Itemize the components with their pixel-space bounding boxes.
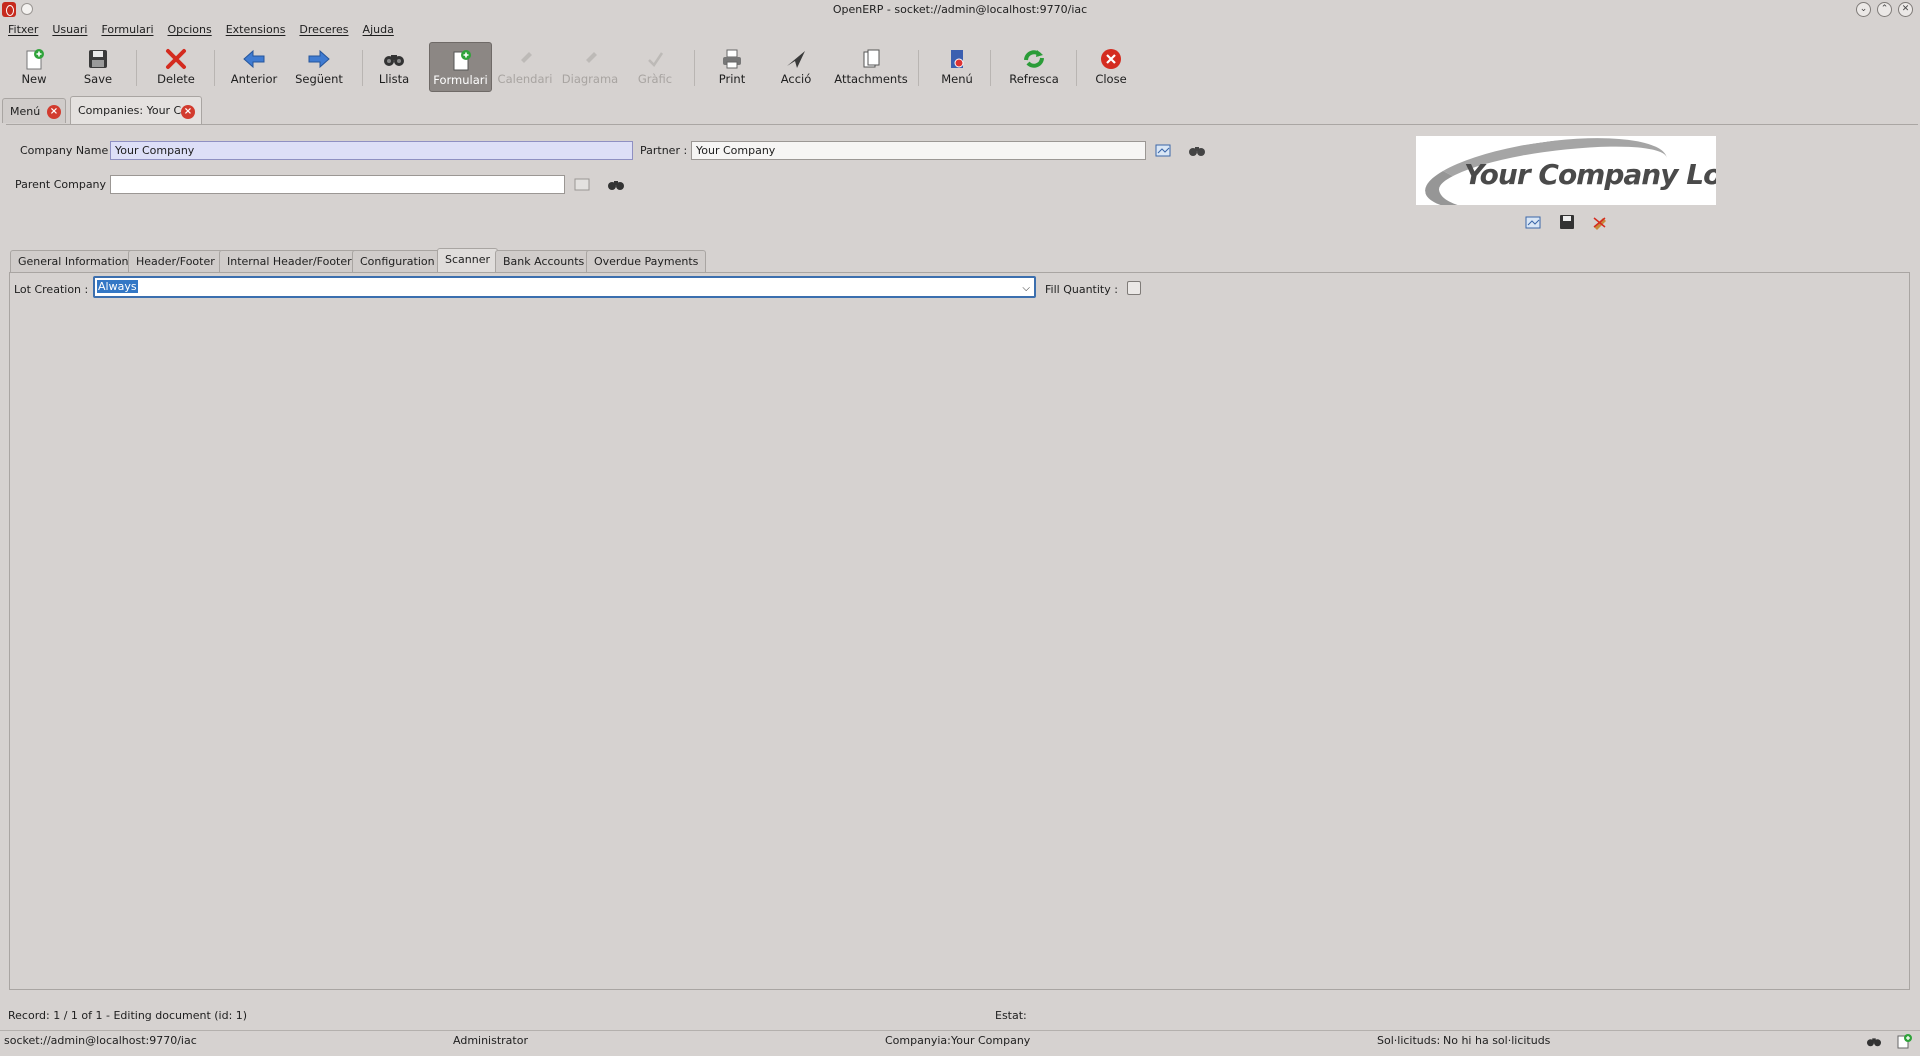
state-label: Estat:	[995, 1009, 1027, 1022]
form-view-button[interactable]: Formulari	[429, 42, 492, 92]
parent-company-label: Parent Company :	[15, 178, 114, 191]
parent-company-field[interactable]	[110, 175, 565, 194]
printer-icon	[719, 48, 745, 70]
diagram-view-button[interactable]: Diagrama	[560, 42, 620, 92]
tab-header-footer[interactable]: Header/Footer	[128, 250, 223, 272]
refresh-icon	[1021, 48, 1047, 70]
close-tab-icon[interactable]: ×	[181, 105, 195, 119]
toolbar-separator	[136, 50, 137, 86]
menu-fitxer[interactable]: Fitxer	[0, 20, 44, 40]
floppy-disk-icon	[85, 48, 111, 70]
print-button[interactable]: Print	[710, 42, 754, 92]
action-plane-icon	[783, 48, 809, 70]
open-record-icon[interactable]	[573, 176, 591, 192]
tab-overdue-payments[interactable]: Overdue Payments	[586, 250, 707, 272]
new-document-icon	[21, 48, 47, 70]
tab-bank-accounts[interactable]: Bank Accounts	[495, 250, 593, 272]
calendar-view-button[interactable]: Calendari	[496, 42, 554, 92]
menubar: Fitxer Usuari Formulari Opcions Extensions Dr…	[0, 20, 1920, 40]
menu-extensions[interactable]: Extensions	[218, 20, 292, 40]
image-load-icon[interactable]	[1524, 214, 1542, 230]
close-tab-icon[interactable]: ×	[47, 105, 61, 119]
delete-x-icon	[163, 48, 189, 70]
scanner-tab-panel	[9, 272, 1910, 990]
toolbar-separator	[1076, 50, 1077, 86]
menu-button[interactable]: Menú	[934, 42, 980, 92]
tab-menu[interactable]: Menú ×	[2, 98, 66, 123]
binoculars-icon	[381, 48, 407, 70]
menu-book-icon	[944, 48, 970, 70]
requests-label: Sol·licituds:	[1377, 1034, 1441, 1047]
arrow-left-icon	[241, 48, 267, 70]
tab-scanner[interactable]: Scanner	[437, 248, 499, 273]
graph-icon	[642, 48, 668, 70]
minimize-icon[interactable]: ⌄	[1856, 2, 1871, 17]
fill-quantity-label: Fill Quantity :	[1045, 283, 1118, 296]
open-record-icon[interactable]	[1154, 142, 1172, 158]
requests-value: No hi ha sol·licituds	[1443, 1034, 1551, 1047]
toolbar-separator	[694, 50, 695, 86]
menu-formulari[interactable]: Formulari	[93, 20, 159, 40]
refresh-button[interactable]: Refresca	[1004, 42, 1064, 92]
attachments-icon	[858, 48, 884, 70]
list-view-button[interactable]: Llista	[372, 42, 416, 92]
close-button[interactable]: Close	[1088, 42, 1134, 92]
company-logo-image: Your Company Logo	[1416, 136, 1716, 205]
lot-creation-label: Lot Creation :	[14, 283, 89, 296]
search-requests-icon[interactable]	[1866, 1034, 1882, 1055]
tab-general-information[interactable]: General Information	[10, 250, 137, 272]
previous-button[interactable]: Anterior	[226, 42, 282, 92]
toolbar-separator	[918, 50, 919, 86]
window-titlebar: OpenERP - socket://admin@localhost:9770/…	[0, 0, 1920, 20]
close-window-icon[interactable]: ✕	[1898, 2, 1913, 17]
tab-internal-header-footer[interactable]: Internal Header/Footer	[219, 250, 360, 272]
window-title: OpenERP - socket://admin@localhost:9770/…	[832, 3, 1088, 16]
record-info: Record: 1 / 1 of 1 - Editing document (i…	[8, 1009, 248, 1022]
image-clear-icon[interactable]	[1591, 214, 1609, 230]
toolbar-separator	[214, 50, 215, 86]
maximize-icon[interactable]: ⌃	[1877, 2, 1892, 17]
next-button[interactable]: Següent	[290, 42, 348, 92]
company-label: Companyia:	[885, 1034, 951, 1047]
menu-usuari[interactable]: Usuari	[44, 20, 93, 40]
toolbar-separator	[990, 50, 991, 86]
new-button[interactable]: New	[12, 42, 56, 92]
menu-opcions[interactable]: Opcions	[160, 20, 218, 40]
connection-info: socket://admin@localhost:9770/iac	[4, 1034, 197, 1047]
partner-field[interactable]: Your Company	[691, 141, 1146, 160]
graph-view-button[interactable]: Gràfic	[630, 42, 680, 92]
calendar-icon	[512, 48, 538, 70]
image-save-icon[interactable]	[1558, 214, 1576, 230]
action-button[interactable]: Acció	[774, 42, 818, 92]
toolbar: New Save Delete Anterior Següent Llista	[0, 42, 1920, 94]
chevron-down-icon: ⌵	[1022, 283, 1030, 294]
company-name-label: Company Name :	[20, 144, 116, 157]
lot-creation-select[interactable]: Always ⌵	[93, 276, 1036, 298]
bottom-status-bar: socket://admin@localhost:9770/iac Admini…	[0, 1030, 1920, 1054]
arrow-right-icon	[306, 48, 332, 70]
menu-ajuda[interactable]: Ajuda	[355, 20, 400, 40]
toolbar-separator	[362, 50, 363, 86]
tab-configuration[interactable]: Configuration	[352, 250, 443, 272]
status-line: Record: 1 / 1 of 1 - Editing document (i…	[0, 1006, 1920, 1026]
tab-companies[interactable]: Companies: Your C ×	[70, 96, 202, 125]
attachments-button[interactable]: Attachments	[832, 42, 910, 92]
menu-dreceres[interactable]: Dreceres	[291, 20, 354, 40]
company-name-field[interactable]: Your Company	[110, 141, 633, 160]
close-circle-icon	[1098, 48, 1124, 70]
diagram-icon	[577, 48, 603, 70]
form-document-icon	[448, 49, 474, 71]
partner-label: Partner :	[640, 144, 688, 157]
logo-text: Your Company Logo	[1464, 158, 1716, 191]
company-value: Your Company	[951, 1034, 1031, 1047]
user-name: Administrator	[453, 1034, 528, 1047]
fill-quantity-checkbox[interactable]	[1127, 281, 1141, 295]
delete-button[interactable]: Delete	[150, 42, 202, 92]
save-button[interactable]: Save	[76, 42, 120, 92]
search-binoculars-icon[interactable]	[607, 176, 625, 192]
lot-creation-value: Always	[97, 280, 138, 293]
search-binoculars-icon[interactable]	[1188, 142, 1206, 158]
